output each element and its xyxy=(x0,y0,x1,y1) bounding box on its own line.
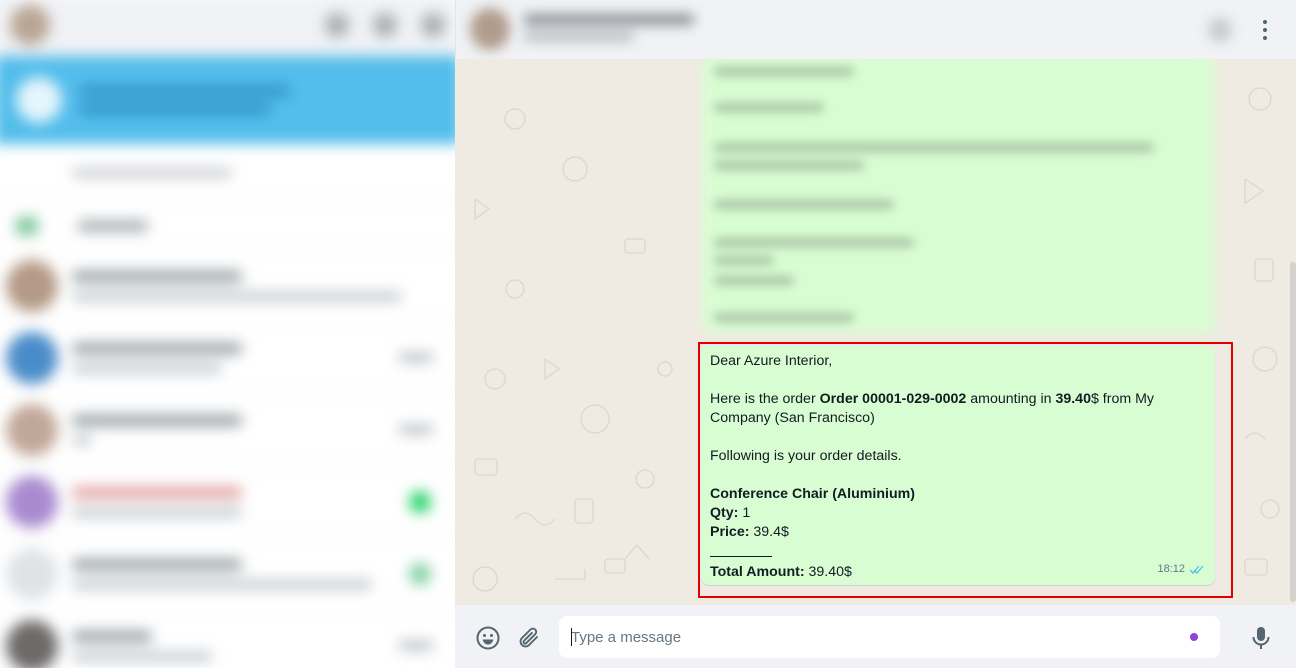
message-input[interactable] xyxy=(571,616,1171,658)
text-caret xyxy=(571,628,572,646)
sidebar-header xyxy=(0,0,455,56)
unread-badge xyxy=(409,562,431,585)
unread-badge xyxy=(409,490,431,513)
extension-dot-icon[interactable] xyxy=(1190,633,1198,641)
order-amount: 39.40 xyxy=(1055,391,1091,407)
notification-banner[interactable] xyxy=(0,56,455,144)
status-icon[interactable] xyxy=(325,13,349,37)
double-check-read-icon xyxy=(1189,565,1204,574)
price-label: Price: xyxy=(710,524,750,540)
product-qty: Qty: 1 xyxy=(710,504,1206,523)
new-chat-icon[interactable] xyxy=(373,13,397,37)
chat-list-item[interactable] xyxy=(0,250,455,322)
message-meta: 18:12 xyxy=(1157,560,1205,579)
qty-label: Qty: xyxy=(710,505,739,521)
message-greeting: Dear Azure Interior, xyxy=(710,353,833,369)
conversation-pane: Dear Azure Interior, Here is the order O… xyxy=(455,0,1296,668)
chat-list-item[interactable] xyxy=(0,538,455,610)
sidebar-header-icons xyxy=(325,13,445,37)
archive-icon xyxy=(16,216,38,235)
avatar xyxy=(6,547,58,600)
avatar xyxy=(6,403,58,456)
intro-mid: amounting in xyxy=(966,391,1056,407)
total-label: Total Amount: xyxy=(710,564,805,580)
composer-bar xyxy=(455,605,1296,668)
search-icon[interactable] xyxy=(1208,18,1232,42)
microphone-icon[interactable] xyxy=(1247,624,1275,652)
user-avatar[interactable] xyxy=(10,5,50,45)
menu-icon[interactable] xyxy=(421,13,445,37)
chat-list-item[interactable] xyxy=(0,322,455,394)
message-intro-line-2: Company (San Francisco) xyxy=(710,410,875,426)
message-list[interactable]: Dear Azure Interior, Here is the order O… xyxy=(455,59,1296,605)
chat-list-item[interactable] xyxy=(0,466,455,538)
order-details-line: Following is your order details. xyxy=(710,448,902,464)
price-value: 39.4$ xyxy=(749,524,789,540)
product-name-text: Conference Chair (Aluminium) xyxy=(710,486,915,502)
avatar xyxy=(6,331,58,384)
conversation-header xyxy=(455,0,1296,59)
product-price: Price: 39.4$ xyxy=(710,523,1206,542)
contact-status xyxy=(524,32,634,41)
archived-row[interactable] xyxy=(0,202,455,250)
blurred-sidebar-content xyxy=(0,0,455,668)
message-time: 18:12 xyxy=(1157,563,1185,575)
previous-message-bubble xyxy=(702,59,1215,333)
message-list-scrollbar[interactable] xyxy=(1290,262,1296,602)
avatar xyxy=(6,259,58,312)
order-reference: Order 00001-029-0002 xyxy=(819,391,967,407)
contact-name[interactable] xyxy=(524,14,694,25)
emoji-icon[interactable] xyxy=(474,624,502,652)
product-name: Conference Chair (Aluminium) xyxy=(710,485,1206,504)
total-value: 39.40$ xyxy=(804,564,852,580)
chat-list-item[interactable] xyxy=(0,610,455,668)
avatar xyxy=(6,475,58,528)
bell-icon xyxy=(16,77,62,123)
avatar xyxy=(6,619,58,668)
whatsapp-app: Dear Azure Interior, Here is the order O… xyxy=(0,0,1296,668)
order-message-bubble[interactable]: Dear Azure Interior, Here is the order O… xyxy=(701,346,1215,585)
total-amount: Total Amount: 39.40$ xyxy=(710,563,1206,582)
search-bar[interactable] xyxy=(0,144,455,202)
message-intro-line-1: Here is the order Order 00001-029-0002 a… xyxy=(710,390,1206,409)
qty-value: 1 xyxy=(738,505,751,521)
blurred-header-content xyxy=(456,0,1296,59)
notification-text xyxy=(80,86,290,114)
intro-prefix: Here is the order xyxy=(710,391,820,407)
contact-avatar[interactable] xyxy=(470,8,510,50)
message-input-box[interactable] xyxy=(559,616,1220,658)
paperclip-icon[interactable] xyxy=(515,624,543,652)
divider-line xyxy=(710,556,772,557)
chat-list-sidebar xyxy=(0,0,455,668)
chat-list-item[interactable] xyxy=(0,394,455,466)
intro-suffix: $ from My xyxy=(1090,391,1155,407)
kebab-menu-icon[interactable] xyxy=(1256,17,1274,43)
